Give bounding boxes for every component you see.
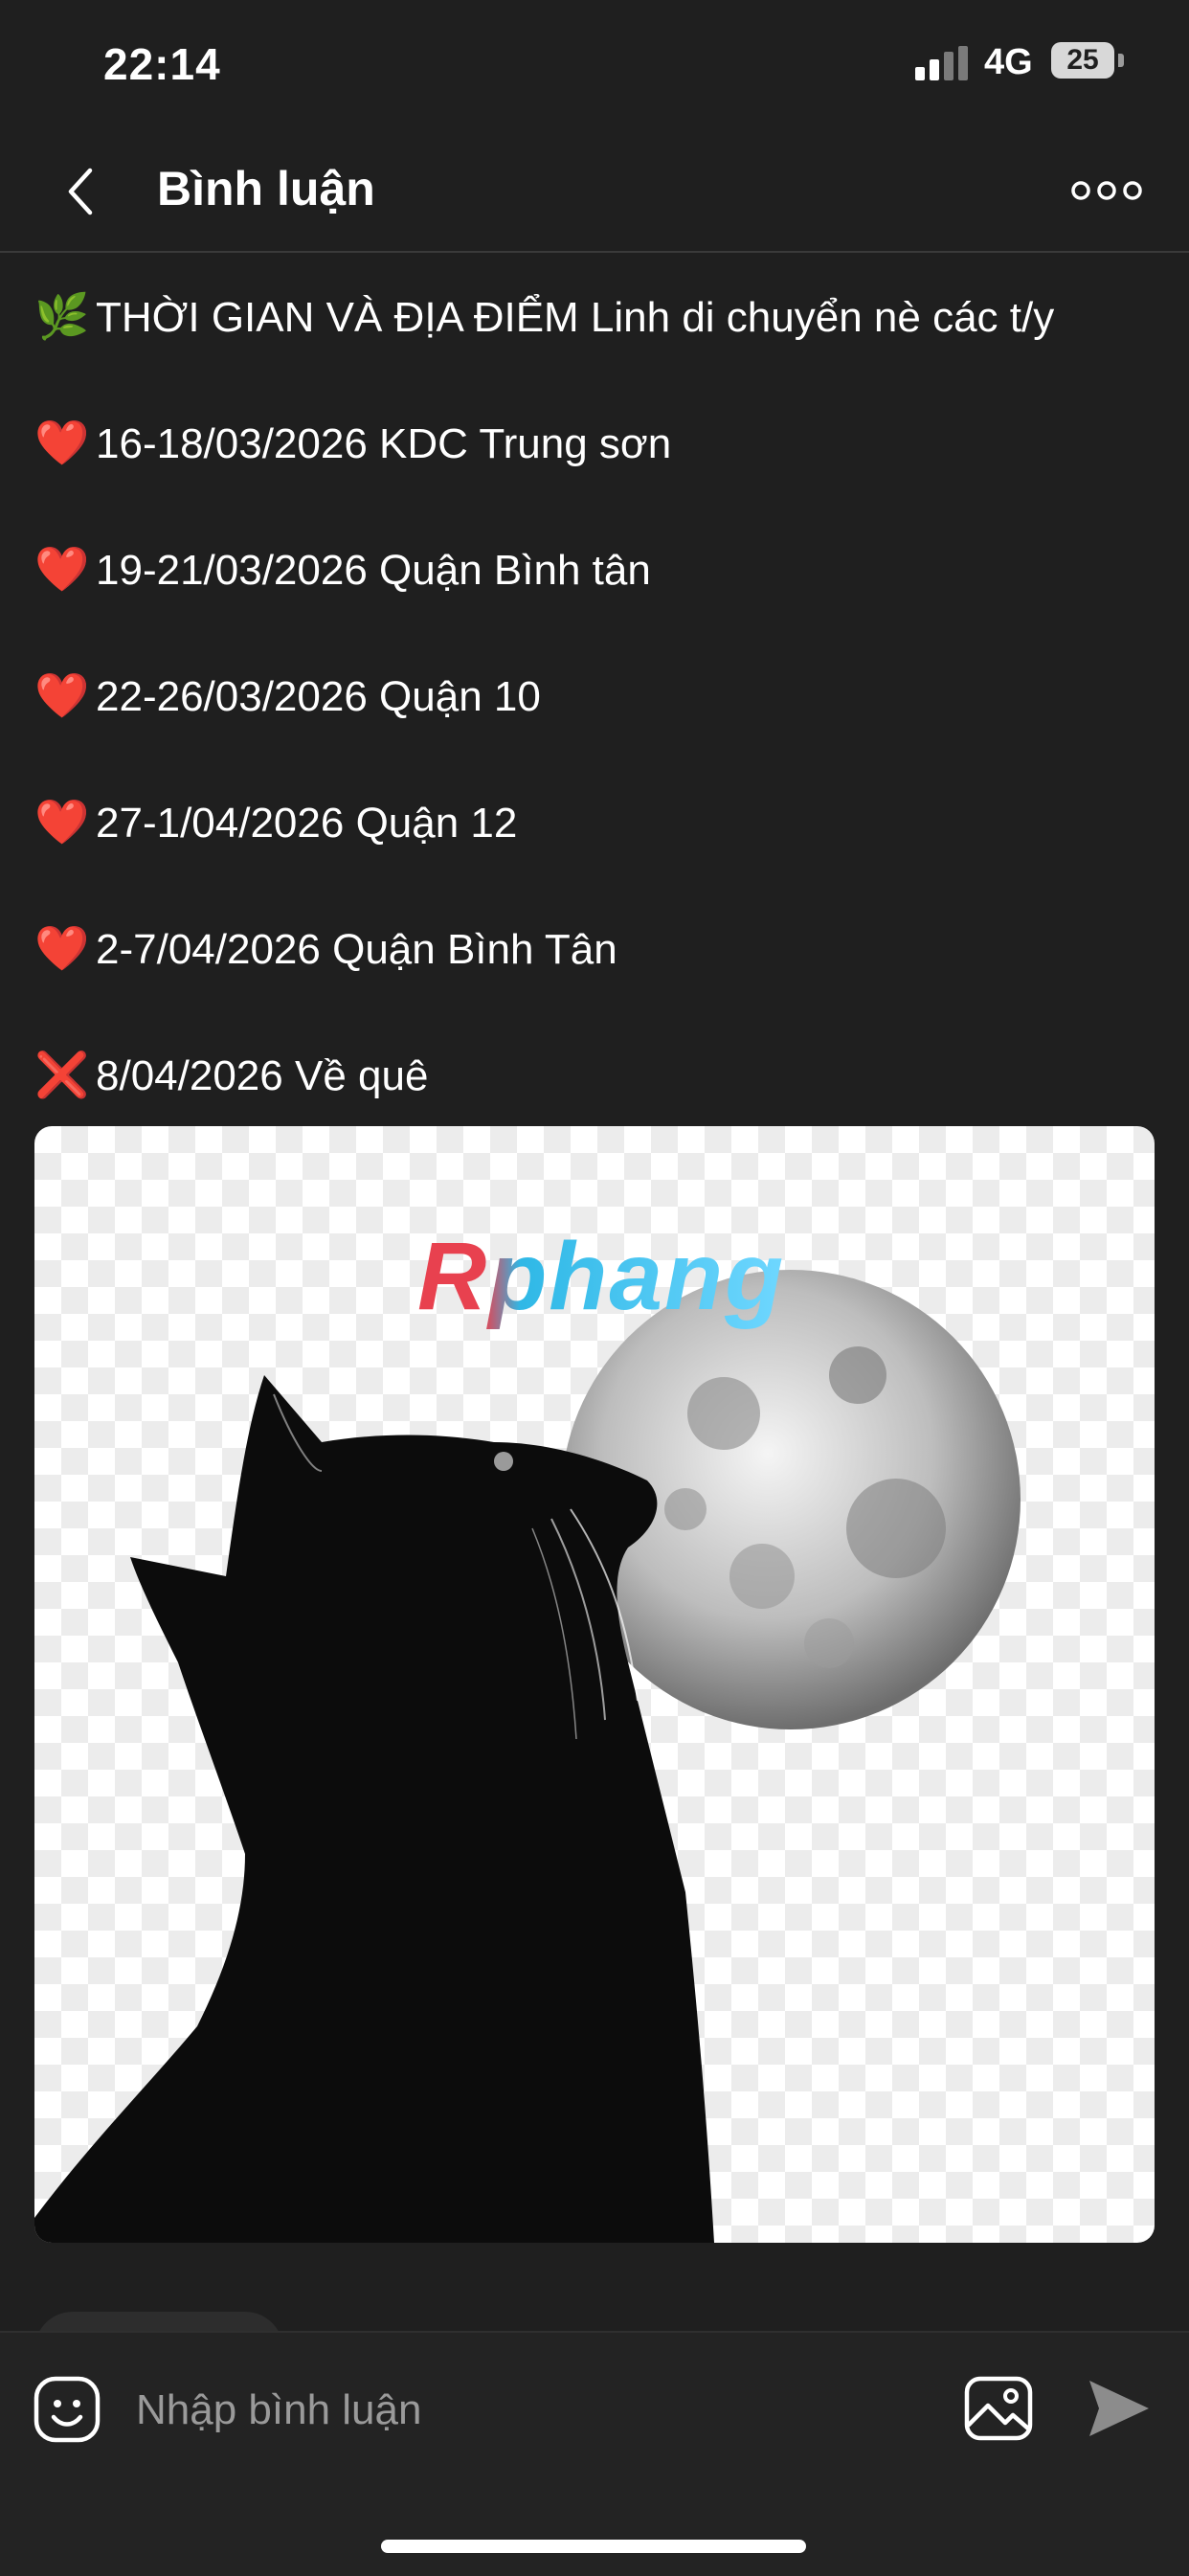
- image-icon: [964, 2376, 1033, 2441]
- more-options-button[interactable]: [1070, 176, 1143, 205]
- heart-icon: ❤️: [34, 670, 90, 720]
- heart-icon: ❤️: [34, 923, 90, 973]
- network-type: 4G: [984, 42, 1033, 82]
- post-line: ❌ 8/04/2026 Về quê: [34, 1046, 428, 1103]
- post-line: ❤️ 27-1/04/2026 Quận 12: [34, 793, 517, 850]
- post-line-text: 19-21/03/2026 Quận Bình tân: [96, 547, 651, 594]
- post-line-text: THỜI GIAN VÀ ĐỊA ĐIỂM Linh di chuyển nè …: [96, 294, 1055, 341]
- post-line-text: 2-7/04/2026 Quận Bình Tân: [96, 926, 617, 973]
- more-dots-icon: [1071, 181, 1142, 200]
- heart-icon: ❤️: [34, 418, 90, 467]
- leaf-icon: 🌿: [34, 291, 90, 341]
- send-icon: [1089, 2381, 1149, 2436]
- header-bar: Bình luận: [0, 126, 1189, 253]
- post-line-text: 22-26/03/2026 Quận 10: [96, 673, 541, 720]
- page-title: Bình luận: [157, 162, 375, 215]
- post-line-text: 16-18/03/2026 KDC Trung sơn: [96, 420, 672, 467]
- home-indicator[interactable]: [381, 2540, 806, 2553]
- status-time: 22:14: [103, 39, 221, 89]
- post-line: ❤️ 22-26/03/2026 Quận 10: [34, 667, 541, 724]
- post-image[interactable]: Rphang: [34, 1126, 1155, 2243]
- battery-icon: 25: [1051, 42, 1114, 79]
- image-watermark: Rphang: [417, 1223, 786, 1330]
- heart-icon: ❤️: [34, 797, 90, 847]
- heart-icon: ❤️: [34, 544, 90, 594]
- smiley-icon: [34, 2376, 101, 2443]
- comment-input[interactable]: [134, 2371, 942, 2450]
- post-line: 🌿 THỜI GIAN VÀ ĐỊA ĐIỂM Linh di chuyển nè…: [34, 287, 1054, 345]
- signal-icon: [915, 46, 969, 80]
- comment-input-bar: [0, 2331, 1189, 2576]
- send-button[interactable]: [1086, 2377, 1153, 2440]
- chevron-left-icon: [68, 168, 93, 215]
- post-line: ❤️ 2-7/04/2026 Quận Bình Tân: [34, 919, 617, 977]
- status-bar: 22:14 4G 25: [0, 0, 1189, 126]
- post-line: ❤️ 16-18/03/2026 KDC Trung sơn: [34, 414, 671, 471]
- post-line-text: 8/04/2026 Về quê: [96, 1052, 429, 1099]
- post-line: ❤️ 19-21/03/2026 Quận Bình tân: [34, 540, 651, 598]
- attach-image-button[interactable]: [963, 2375, 1034, 2442]
- back-button[interactable]: [56, 165, 109, 218]
- battery-nub: [1118, 54, 1124, 67]
- post-line-text: 27-1/04/2026 Quận 12: [96, 800, 518, 847]
- cross-mark-icon: ❌: [34, 1050, 90, 1099]
- emoji-button[interactable]: [33, 2375, 101, 2444]
